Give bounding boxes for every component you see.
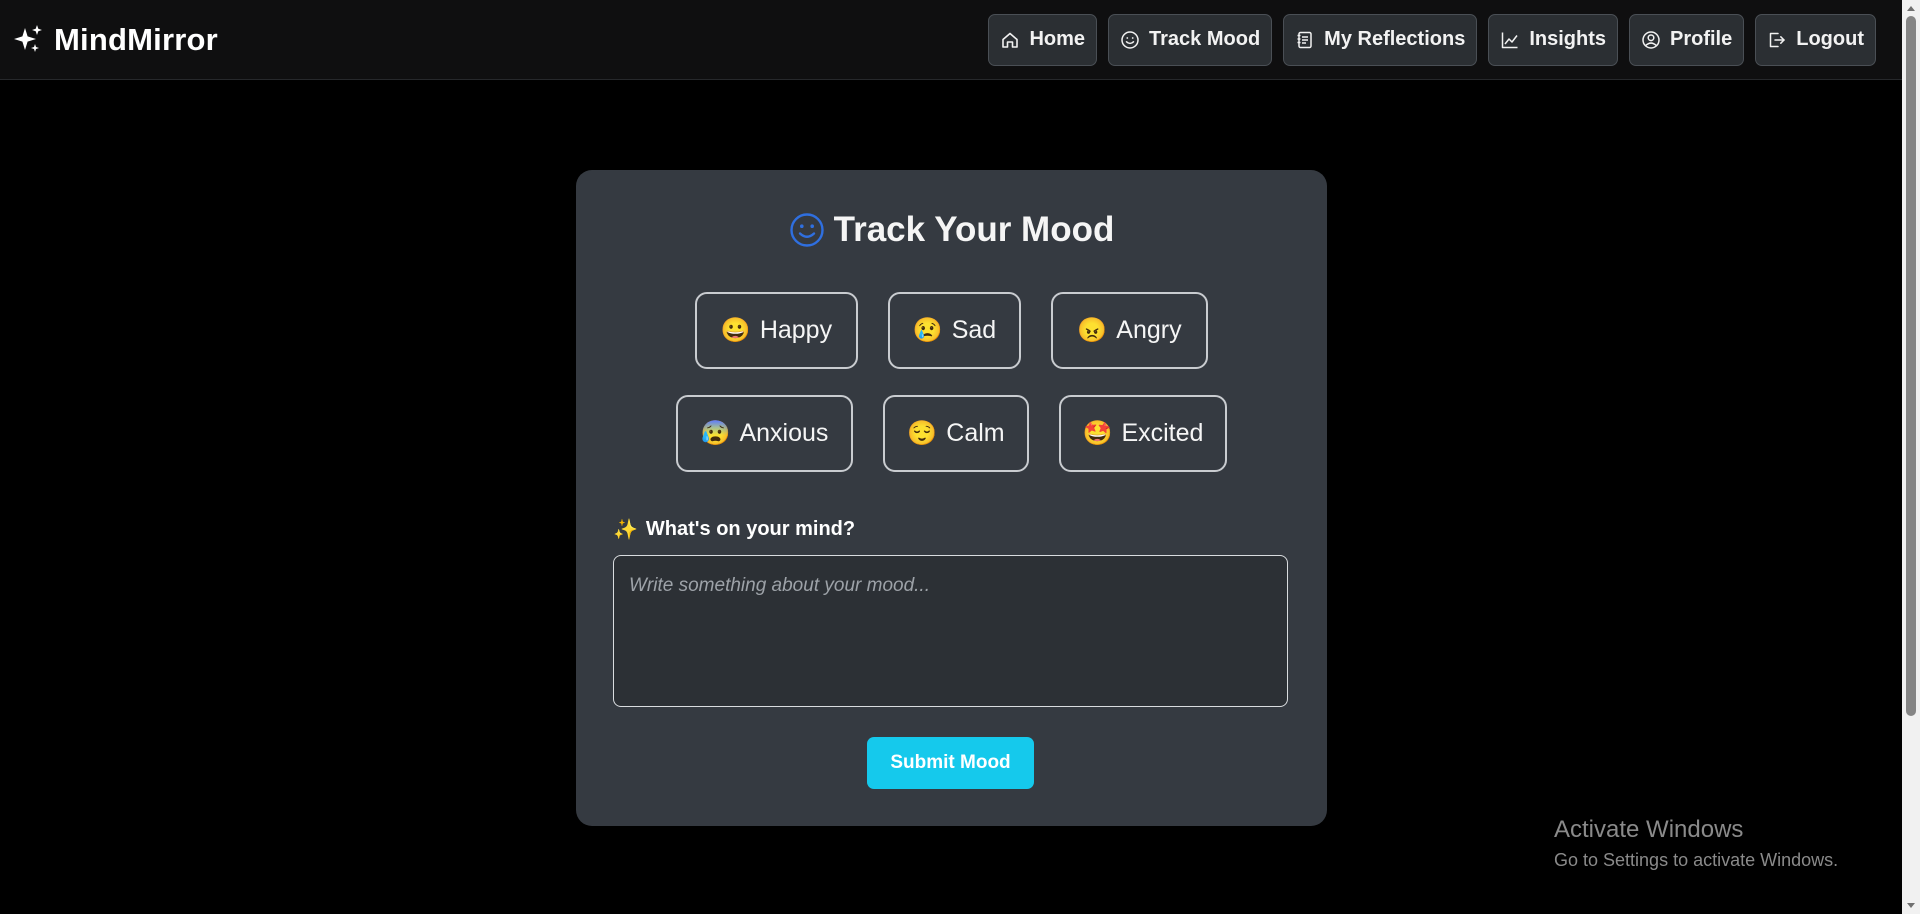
page-title: Track Your Mood <box>576 210 1327 250</box>
mood-note-textarea[interactable] <box>613 555 1288 707</box>
smiley-icon <box>789 213 824 247</box>
nav-item-label: Home <box>1029 28 1086 50</box>
mood-options-row-1: 😀 Happy 😢 Sad 😠 Angry <box>576 292 1327 369</box>
house-icon <box>1002 32 1019 48</box>
scrollbar-thumb[interactable] <box>1906 16 1916 716</box>
mind-field-label: ✨ What's on your mind? <box>613 518 855 541</box>
nav-item-label: Logout <box>1796 28 1864 50</box>
brand[interactable]: MindMirror <box>14 22 218 58</box>
scroll-up-arrow-icon[interactable] <box>1907 6 1915 11</box>
mood-button-anxious[interactable]: 😰 Anxious <box>676 395 853 472</box>
nav-item-insights[interactable]: Insights <box>1488 13 1618 66</box>
mood-label: Angry <box>1116 316 1182 344</box>
page-title-text: Track Your Mood <box>833 210 1115 249</box>
relieved-face-icon: 😌 <box>907 419 938 447</box>
track-mood-card: Track Your Mood 😀 Happy 😢 Sad 😠 Angry 😰 … <box>576 170 1327 826</box>
nav-item-label: Profile <box>1670 28 1733 50</box>
mood-button-angry[interactable]: 😠 Angry <box>1051 292 1208 369</box>
vertical-scrollbar[interactable] <box>1902 0 1920 914</box>
logout-icon <box>1770 32 1785 47</box>
mood-label: Sad <box>951 316 997 344</box>
mood-label: Calm <box>946 419 1005 447</box>
sparkles-icon <box>14 24 44 56</box>
sparkles-icon: ✨ <box>613 518 638 541</box>
activate-windows-watermark: Activate Windows Go to Settings to activ… <box>1554 816 1838 871</box>
nav-item-label: Track Mood <box>1149 28 1261 50</box>
mind-field-label-text: What's on your mind? <box>645 518 856 540</box>
journal-icon <box>1297 31 1312 48</box>
star-struck-face-icon: 🤩 <box>1082 419 1113 447</box>
brand-name: MindMirror <box>54 21 218 57</box>
mood-label: Excited <box>1121 419 1204 447</box>
mood-label: Happy <box>759 316 833 344</box>
person-circle-icon <box>1642 30 1660 49</box>
watermark-title: Activate Windows <box>1554 816 1744 843</box>
top-navbar: MindMirror Home Track Mood My Reflection… <box>0 0 1902 80</box>
anxious-face-icon: 😰 <box>700 419 731 447</box>
angry-face-icon: 😠 <box>1077 316 1108 344</box>
nav-menu: Home Track Mood My Reflections Insights … <box>988 13 1876 66</box>
mood-options-row-2: 😰 Anxious 😌 Calm 🤩 Excited <box>576 395 1327 472</box>
mood-button-happy[interactable]: 😀 Happy <box>695 292 858 369</box>
scroll-down-arrow-icon[interactable] <box>1907 903 1915 908</box>
mood-button-sad[interactable]: 😢 Sad <box>888 292 1021 369</box>
watermark-subtitle: Go to Settings to activate Windows. <box>1554 850 1839 870</box>
smiley-icon <box>1121 30 1139 49</box>
crying-face-icon: 😢 <box>912 316 943 344</box>
grinning-face-icon: 😀 <box>720 316 751 344</box>
nav-item-my-reflections[interactable]: My Reflections <box>1283 13 1478 66</box>
nav-item-home[interactable]: Home <box>988 13 1098 66</box>
nav-item-label: My Reflections <box>1324 28 1466 50</box>
nav-item-label: Insights <box>1529 28 1606 50</box>
nav-item-logout[interactable]: Logout <box>1755 13 1876 66</box>
mood-button-excited[interactable]: 🤩 Excited <box>1059 395 1227 472</box>
submit-mood-button[interactable]: Submit Mood <box>867 737 1034 789</box>
nav-item-track-mood[interactable]: Track Mood <box>1108 13 1273 66</box>
mood-label: Anxious <box>739 419 829 447</box>
nav-item-profile[interactable]: Profile <box>1629 13 1745 66</box>
graph-icon <box>1502 32 1518 48</box>
mood-button-calm[interactable]: 😌 Calm <box>883 395 1029 472</box>
